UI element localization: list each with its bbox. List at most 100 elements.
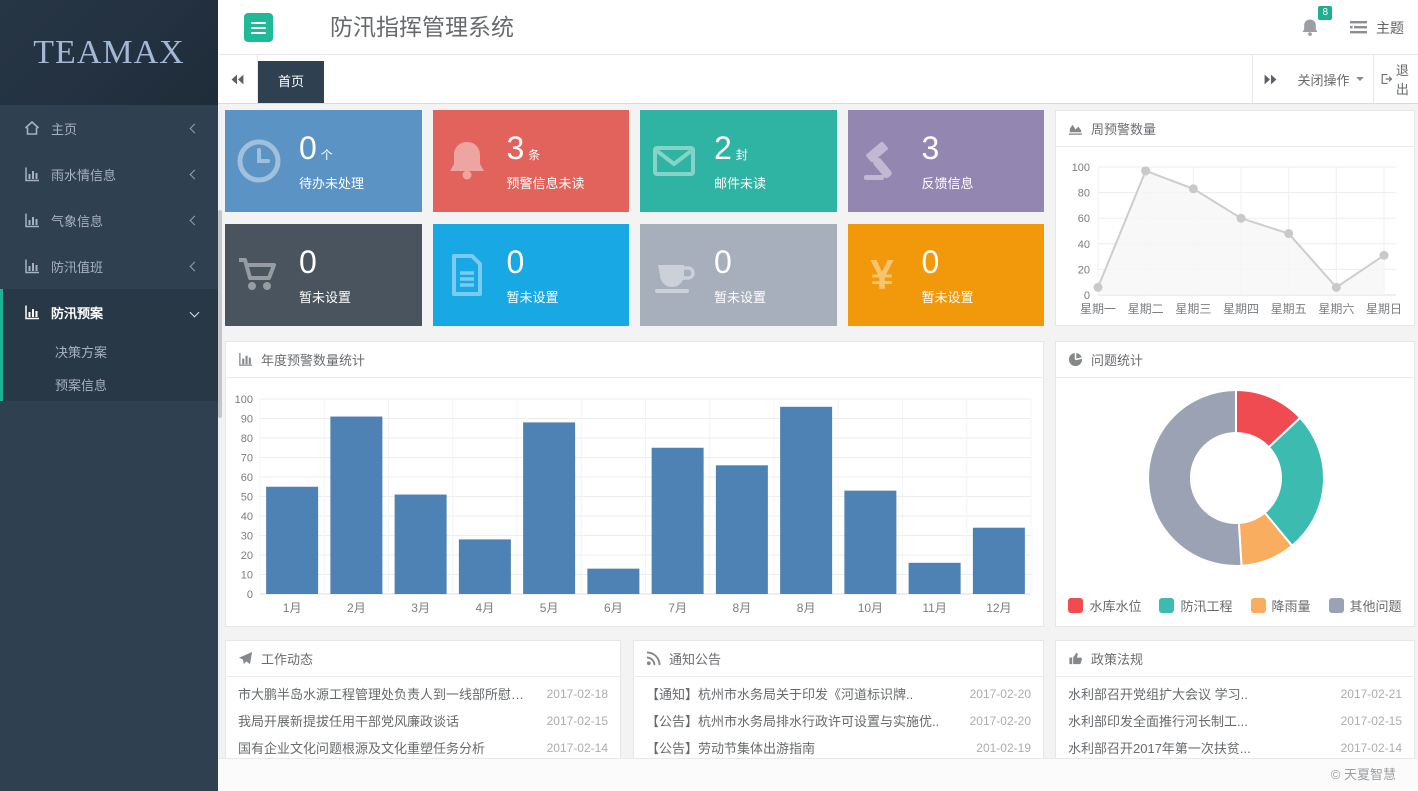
stat-card-warnings[interactable]: 3条 预警信息未读: [433, 110, 630, 212]
news-link[interactable]: 水利部召开党组扩大会议 学习..: [1068, 684, 1331, 703]
panel-weekly-warnings: 周预警数量 020406080100星期一星期二星期三星期四星期五星期六星期日: [1055, 110, 1415, 326]
news-date: 2017-02-21: [1341, 687, 1402, 701]
envelope-icon: [650, 137, 698, 185]
theme-button[interactable]: 主题: [1350, 18, 1404, 38]
news-link[interactable]: 水利部印发全面推行河长制工...: [1068, 711, 1331, 730]
stat-value: 3: [507, 130, 525, 166]
clock-icon: [235, 137, 283, 185]
news-link[interactable]: 水利部召开2017年第一次扶贫...: [1068, 738, 1331, 757]
svg-text:40: 40: [1078, 239, 1090, 251]
stat-card-unset-1[interactable]: 0 暂未设置: [225, 224, 422, 326]
legend-item: 防汛工程: [1159, 596, 1232, 615]
svg-text:40: 40: [241, 511, 253, 523]
panel-title: 问题统计: [1091, 350, 1143, 369]
news-list: 【通知】杭州市水务局关于印发《河道标识牌.. 2017-02-20 【公告】杭州…: [634, 677, 1043, 761]
news-list: 水利部召开党组扩大会议 学习.. 2017-02-21 水利部印发全面推行河长制…: [1056, 677, 1414, 761]
sidebar-group-flood-plan: 防汛预案 决策方案 预案信息: [0, 289, 218, 401]
news-link[interactable]: 国有企业文化问题根源及文化重塑任务分析: [238, 738, 537, 757]
panel-notices: 通知公告 【通知】杭州市水务局关于印发《河道标识牌.. 2017-02-20 【…: [633, 640, 1044, 762]
tabs-scroll-right-button[interactable]: [1252, 55, 1288, 103]
svg-text:20: 20: [1078, 264, 1090, 276]
sidebar-item-label: 防汛值班: [51, 257, 191, 276]
legend-swatch: [1251, 598, 1266, 613]
stat-label: 邮件未读: [714, 173, 766, 192]
stat-card-unset-2[interactable]: 0 暂未设置: [433, 224, 630, 326]
svg-text:80: 80: [1078, 188, 1090, 200]
svg-text:60: 60: [1078, 213, 1090, 225]
news-link[interactable]: 【公告】劳动节集体出游指南: [646, 738, 966, 757]
coffee-icon: [650, 251, 698, 299]
stat-card-unset-4[interactable]: ¥ 0 暂未设置: [848, 224, 1045, 326]
news-date: 2017-02-20: [970, 687, 1031, 701]
issue-chart-body: 水库水位防汛工程降雨量其他问题: [1056, 378, 1414, 627]
sidebar-item-weather-info[interactable]: 气象信息: [0, 197, 218, 243]
panel-yearly-warnings: 年度预警数量统计 01020304050607080901001月2月3月4月5…: [225, 341, 1044, 627]
svg-text:70: 70: [241, 453, 253, 465]
panel-title: 年度预警数量统计: [261, 350, 365, 369]
stat-unit: 个: [321, 148, 333, 162]
news-date: 2017-02-14: [547, 741, 608, 755]
panel-title: 通知公告: [669, 649, 721, 668]
sidebar-item-home[interactable]: 主页: [0, 105, 218, 151]
sidebar-item-label: 雨水情信息: [51, 165, 191, 184]
stat-card-feedback[interactable]: 3 反馈信息: [848, 110, 1045, 212]
sidebar-subitem-plan-info[interactable]: 预案信息: [3, 368, 218, 401]
svg-text:星期三: 星期三: [1175, 302, 1211, 316]
panel-header: 问题统计: [1056, 342, 1414, 378]
news-row: 水利部召开党组扩大会议 学习.. 2017-02-21: [1068, 680, 1402, 707]
logout-button[interactable]: 退出: [1373, 55, 1418, 103]
sidebar-item-label: 气象信息: [51, 211, 191, 230]
tab-home[interactable]: 首页: [258, 61, 324, 103]
sidebar-subitem-decision-plan[interactable]: 决策方案: [3, 335, 218, 368]
paper-plane-icon: [238, 651, 253, 666]
tabbar: 首页 关闭操作 退出: [218, 55, 1418, 104]
stat-card-mail[interactable]: 2封 邮件未读: [640, 110, 837, 212]
chevron-down-icon: [190, 307, 200, 317]
hamburger-icon: [251, 22, 266, 24]
sidebar-item-flood-plan[interactable]: 防汛预案: [3, 289, 218, 335]
stat-value: 2: [714, 130, 732, 166]
news-link[interactable]: 市大鹏半岛水源工程管理处负责人到一线部所慰问新春: [238, 684, 537, 703]
home-icon: [24, 120, 40, 136]
svg-text:11月: 11月: [922, 601, 946, 615]
chevron-left-icon: [190, 123, 200, 133]
logout-label: 退出: [1396, 60, 1418, 98]
news-link[interactable]: 【通知】杭州市水务局关于印发《河道标识牌..: [646, 684, 960, 703]
svg-text:2月: 2月: [347, 601, 366, 615]
stat-label: 暂未设置: [714, 287, 766, 306]
chevron-left-icon: [190, 169, 200, 179]
svg-text:0: 0: [247, 589, 253, 601]
sidebar-item-rain-info[interactable]: 雨水情信息: [0, 151, 218, 197]
scrollbar-thumb[interactable]: [218, 210, 222, 418]
close-operations-dropdown[interactable]: 关闭操作: [1288, 55, 1373, 103]
svg-text:4月: 4月: [476, 601, 495, 615]
legend-swatch: [1329, 598, 1344, 613]
topbar-actions: 8 主题: [1300, 0, 1418, 55]
copyright-text: © 天夏智慧: [1331, 767, 1396, 782]
notifications-button[interactable]: 8: [1300, 15, 1322, 41]
panel-policies: 政策法规 水利部召开党组扩大会议 学习.. 2017-02-21 水利部印发全面…: [1055, 640, 1415, 762]
stat-label: 暂未设置: [922, 287, 974, 306]
menu-toggle-button[interactable]: [244, 13, 273, 42]
tabs-scroll-left-button[interactable]: [218, 55, 258, 103]
content-scrollbar[interactable]: [218, 104, 222, 758]
legend-label: 降雨量: [1272, 596, 1311, 615]
news-link[interactable]: 我局开展新提拔任用干部党风廉政谈话: [238, 711, 537, 730]
stat-value: 0: [507, 244, 525, 280]
bar-chart-icon: [24, 304, 40, 320]
stat-value: 0: [299, 244, 317, 280]
svg-text:星期六: 星期六: [1318, 302, 1354, 316]
bar-chart-icon: [24, 166, 40, 182]
stat-card-todo[interactable]: 0个 待办未处理: [225, 110, 422, 212]
news-link[interactable]: 【公告】杭州市水务局排水行政许可设置与实施优..: [646, 711, 960, 730]
legend-item: 其他问题: [1329, 596, 1402, 615]
sidebar-item-flood-duty[interactable]: 防汛值班: [0, 243, 218, 289]
legend-swatch: [1159, 598, 1174, 613]
stat-card-unset-3[interactable]: 0 暂未设置: [640, 224, 837, 326]
pie-chart-icon: [1068, 352, 1083, 367]
stat-label: 暂未设置: [299, 287, 351, 306]
double-arrow-left-icon: [230, 74, 245, 85]
caret-down-icon: [1356, 77, 1364, 85]
news-row: 水利部印发全面推行河长制工... 2017-02-15: [1068, 707, 1402, 734]
svg-text:1月: 1月: [283, 601, 302, 615]
